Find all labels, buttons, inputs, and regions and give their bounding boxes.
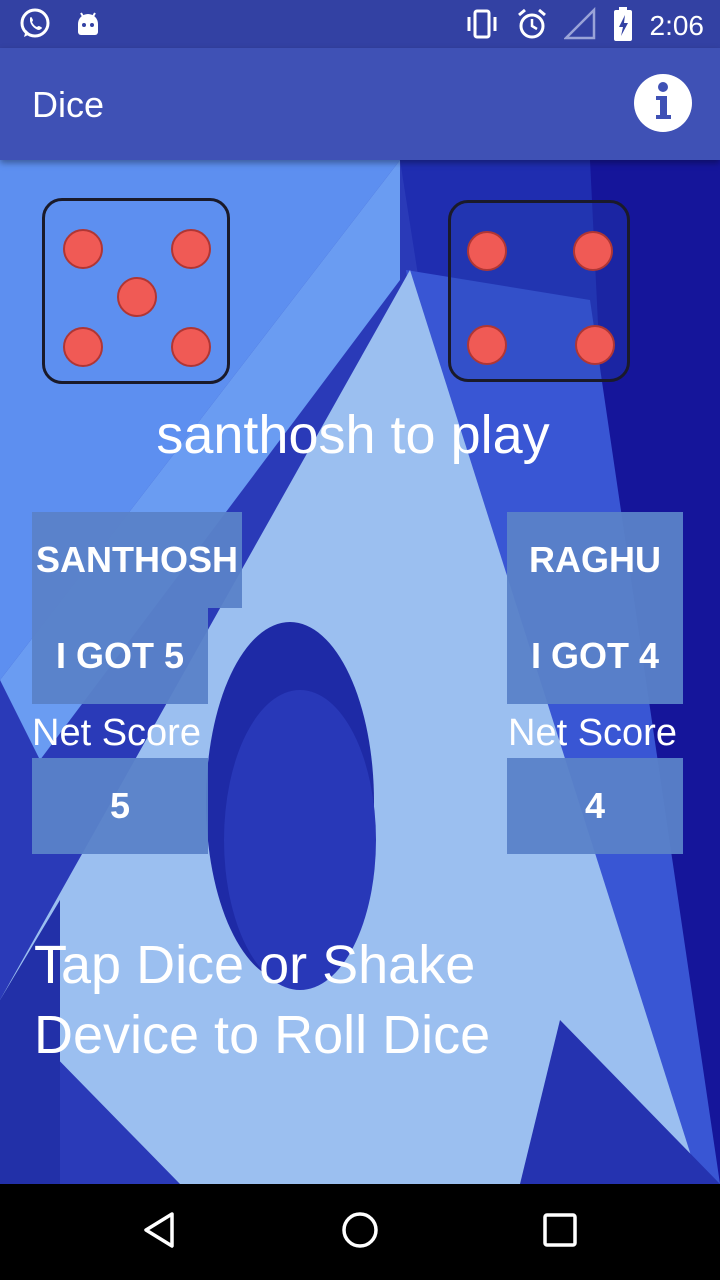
right-die[interactable] [448,200,630,382]
alarm-icon [516,7,548,45]
player-two-net-label: Net Score [508,712,677,754]
back-icon [140,1210,180,1254]
die-pip [573,231,613,271]
navigation-bar [0,1184,720,1280]
clock: 2:06 [649,10,705,41]
die-pip [63,327,103,367]
die-pip [63,229,103,269]
home-icon [340,1210,380,1254]
left-die[interactable] [42,198,230,384]
whatsapp-icon [18,7,52,45]
signal-icon [562,6,596,45]
player-two-roll: I GOT 4 [507,608,683,704]
player-two-net-score: 4 [507,758,683,854]
back-button[interactable] [136,1208,184,1256]
recents-button[interactable] [536,1208,584,1256]
die-pip [171,229,211,269]
info-button[interactable] [634,74,692,132]
turn-text: santhosh to play [156,405,550,465]
status-bar: 2:06 [0,0,720,48]
player-one-net-score: 5 [32,758,208,854]
instruction-text: Tap Dice or Shake Device to Roll Dice [34,935,491,1065]
app-title: Dice [32,84,105,125]
player-one-net-label: Net Score [32,712,201,754]
game-area: santhosh to play SANTHOSH I GOT 5 Net Sc… [0,160,720,1184]
die-pip [467,231,507,271]
recents-icon [540,1210,580,1254]
die-pip [117,277,157,317]
home-button[interactable] [336,1208,384,1256]
player-one-roll: I GOT 5 [32,608,208,704]
app-bar: Dice [0,48,720,160]
android-icon [74,10,102,42]
die-pip [467,325,507,365]
vibrate-icon [464,7,500,45]
battery-charging-icon [612,6,634,46]
die-pip [171,327,211,367]
die-pip [575,325,615,365]
info-icon [648,81,678,125]
player-two-name: RAGHU [507,512,683,608]
player-one-name: SANTHOSH [32,512,242,608]
